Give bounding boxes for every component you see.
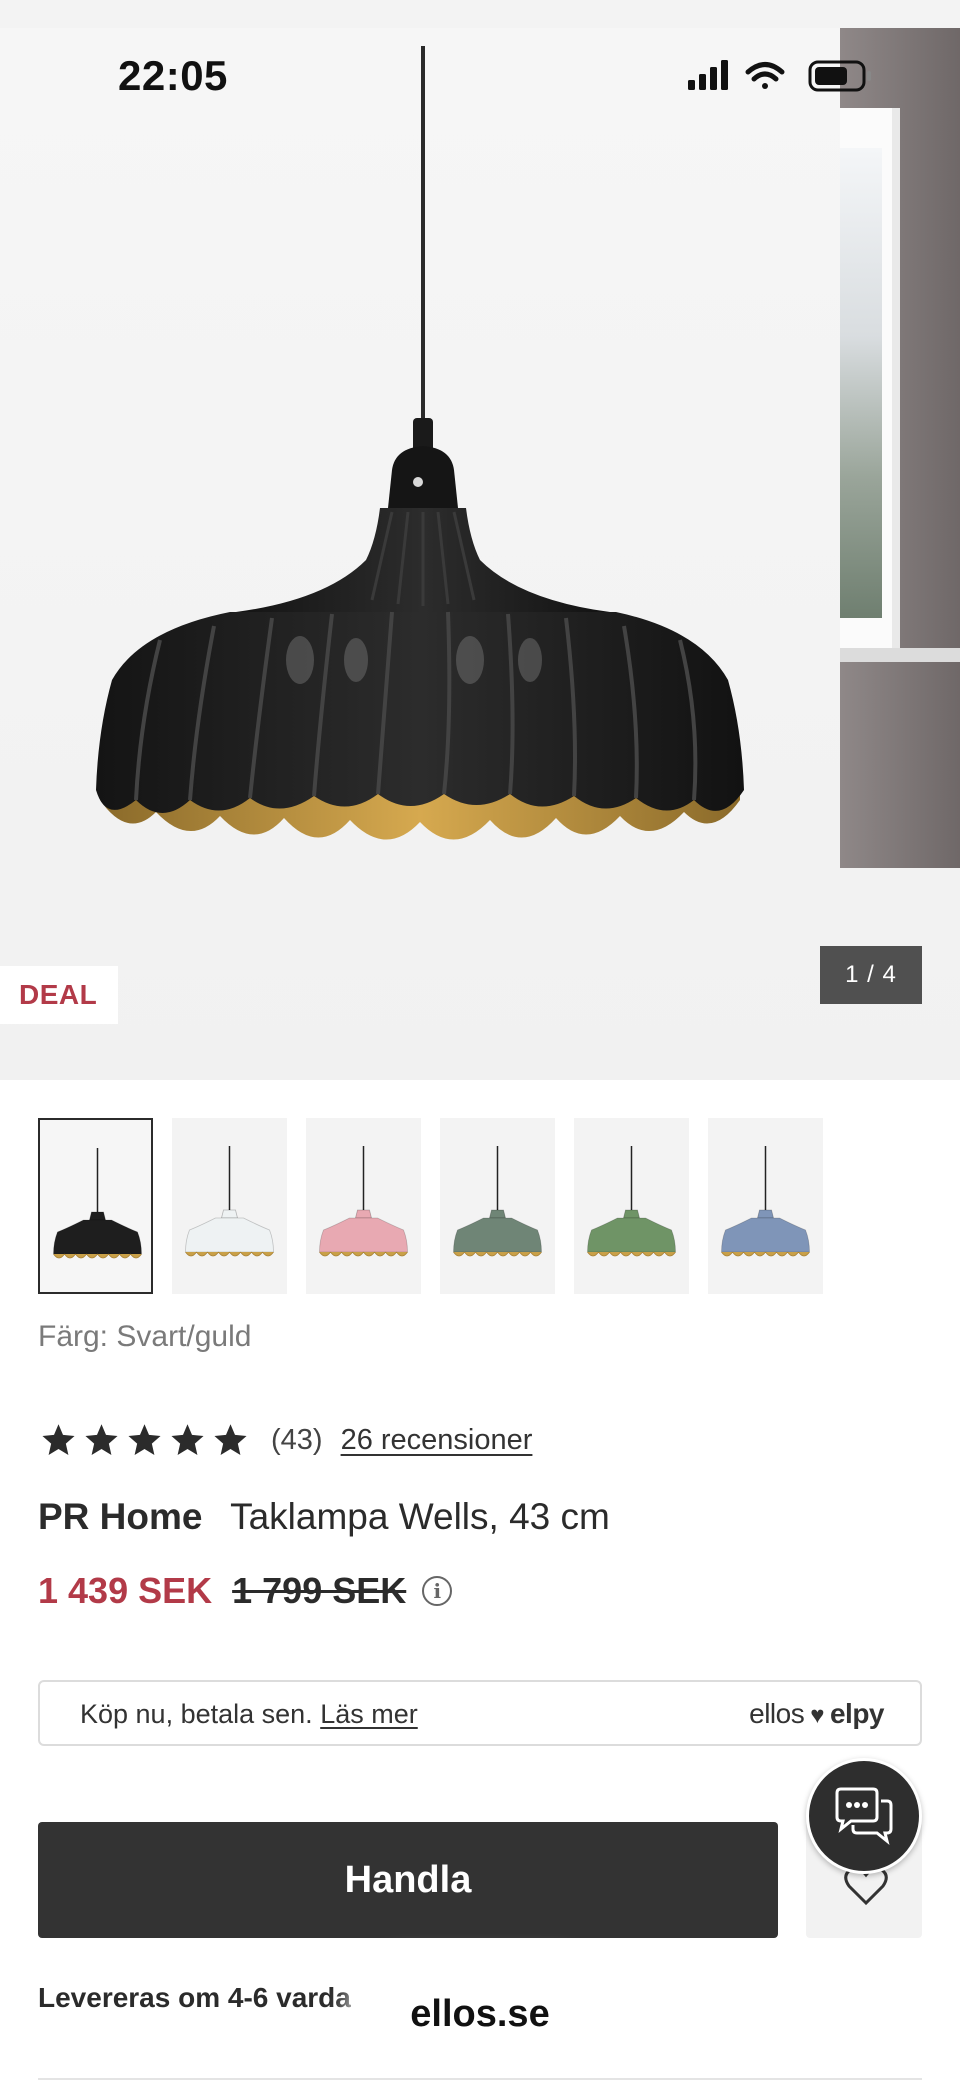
star-icon [85, 1424, 118, 1455]
chat-button[interactable] [806, 1758, 922, 1874]
image-pager: 1 / 4 [820, 946, 922, 1004]
pay-later-text: Köp nu, betala sen. [80, 1699, 313, 1729]
product-image-main [96, 46, 744, 840]
next-image-peek[interactable] [840, 28, 960, 868]
status-icons [688, 60, 871, 92]
star-icon [42, 1424, 75, 1455]
color-selected: Färg: Svart/guld [38, 1320, 251, 1354]
lamp-thumbnail-image [319, 1146, 408, 1257]
deal-badge: DEAL [0, 966, 118, 1024]
price-row: 1 439 SEK 1 799 SEK i [38, 1570, 453, 1612]
status-time: 22:05 [118, 52, 228, 99]
product-name: Taklampa Wells, 43 cm [230, 1496, 610, 1537]
color-thumbnail[interactable] [306, 1118, 421, 1294]
star-icon [214, 1424, 247, 1455]
rating-stars [40, 1422, 249, 1458]
product-gallery[interactable]: 22:05 DEAL 1 / 4 [0, 0, 960, 1080]
heart-icon: ♥ [810, 1702, 824, 1729]
battery-icon [808, 60, 871, 92]
star-icon [128, 1424, 161, 1455]
divider [38, 2078, 922, 2080]
lamp-thumbnail-image [453, 1146, 542, 1257]
star-icon [171, 1424, 204, 1455]
current-price: 1 439 SEK [38, 1570, 213, 1611]
reviews-link[interactable]: 26 recensioner [341, 1424, 533, 1457]
color-thumbnail[interactable] [708, 1118, 823, 1294]
color-label: Färg: [38, 1320, 109, 1353]
delivery-info: Levereras om 4-6 varda [38, 1982, 351, 2013]
rating-row: (43) 26 recensioner [40, 1418, 532, 1462]
wifi-icon [745, 62, 785, 89]
price-info-icon[interactable]: i [422, 1576, 453, 1606]
color-thumbnails [38, 1118, 838, 1296]
lamp-thumbnail-image [587, 1146, 676, 1257]
lamp-thumbnail-image [185, 1146, 274, 1257]
pay-later-banner[interactable]: Köp nu, betala sen. Läs mer ellos ♥ elpy [38, 1680, 922, 1746]
color-value: Svart/guld [116, 1320, 252, 1353]
lamp-thumbnail-image [721, 1146, 810, 1257]
color-thumbnail[interactable] [38, 1118, 153, 1294]
lamp-thumbnail-image [53, 1148, 142, 1259]
product-title: PR Home Taklampa Wells, 43 cm [38, 1496, 610, 1538]
buy-button[interactable]: Handla [38, 1822, 778, 1938]
product-brand[interactable]: PR Home [38, 1496, 202, 1537]
read-more-link[interactable]: Läs mer [320, 1699, 418, 1729]
color-thumbnail[interactable] [574, 1118, 689, 1294]
rating-count: (43) [271, 1423, 323, 1456]
original-price: 1 799 SEK [232, 1570, 407, 1611]
status-bar: 22:05 [0, 0, 960, 150]
cellular-signal-icon [688, 60, 728, 90]
color-thumbnail[interactable] [440, 1118, 555, 1294]
browser-url-pill[interactable]: ellos.se [366, 1976, 594, 2052]
color-thumbnail[interactable] [172, 1118, 287, 1294]
chat-bubbles-icon [835, 1787, 893, 1845]
ellos-elpy-logo: ellos ♥ elpy [749, 1698, 884, 1729]
